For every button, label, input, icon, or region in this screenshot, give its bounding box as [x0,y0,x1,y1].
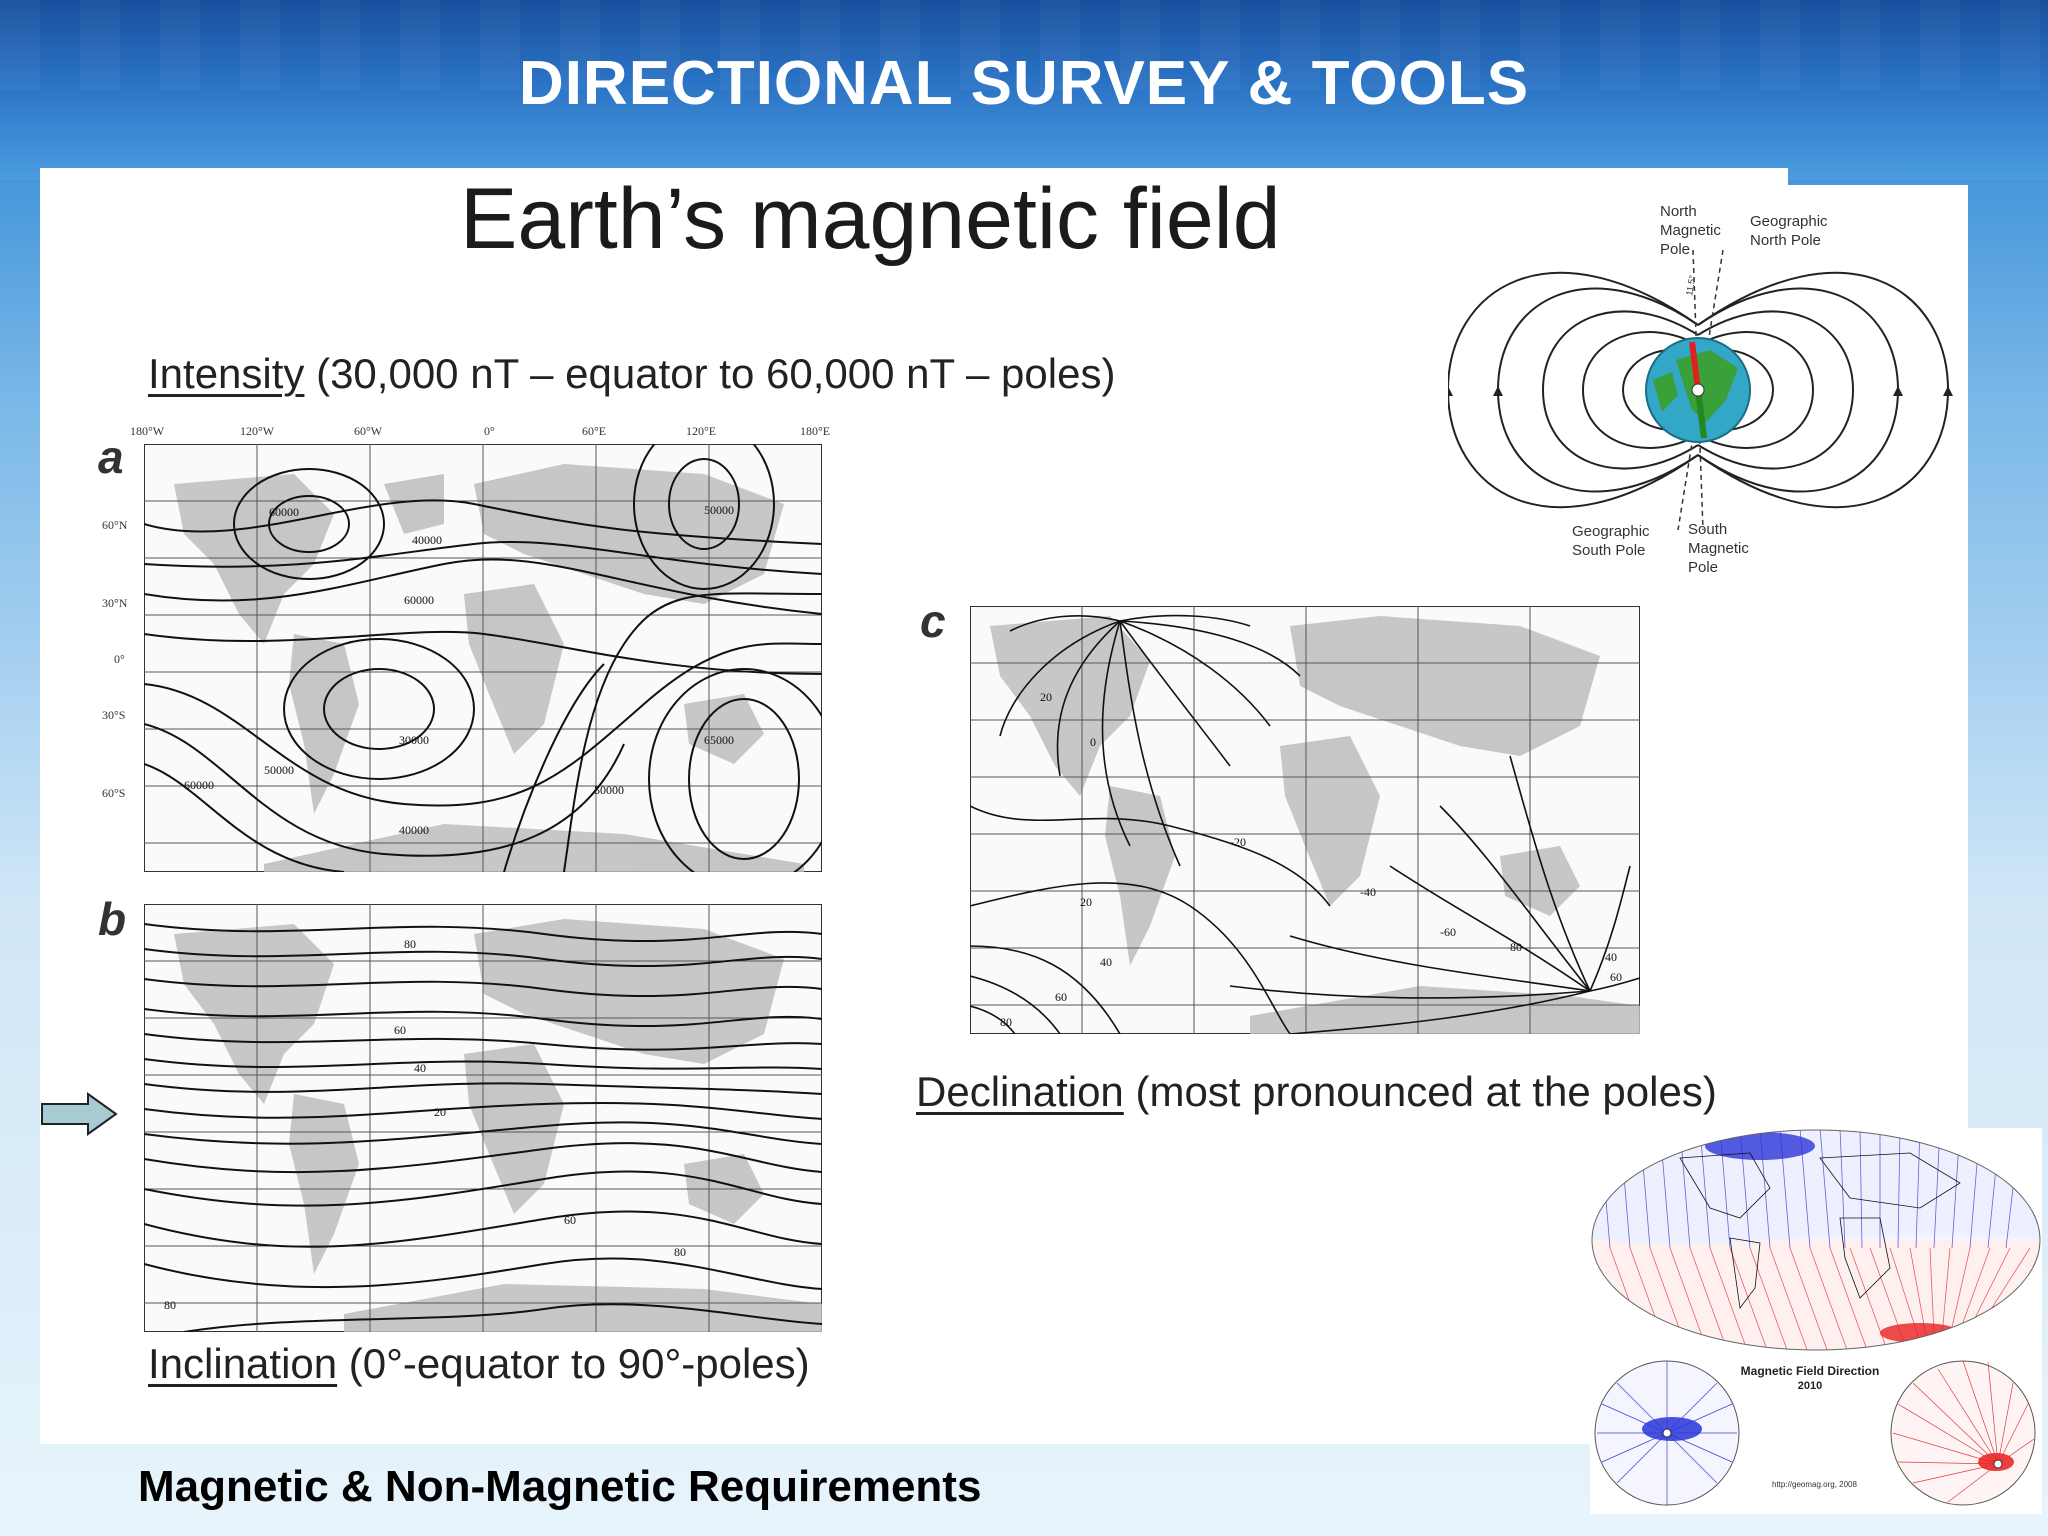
inset-year: 2010 [1797,1380,1823,1392]
label-line: Magnetic [1660,222,1721,239]
contour-label: 40 [414,1061,426,1075]
inclination-contour-map: 80 60 40 20 60 80 80 [144,904,822,1332]
contour-label: 40000 [412,533,442,547]
contour-label: 60000 [184,778,214,792]
contour-label: 0 [1090,735,1096,749]
contour-label: 60 [564,1213,576,1227]
lon-tick: 60°W [354,424,383,438]
inclination-caption: Inclination (0°-equator to 90°-poles) [148,1340,810,1388]
global-field-direction-map [1591,1129,2041,1351]
declination-description: (most pronounced at the poles) [1123,1068,1717,1115]
contour-label: -60 [1440,925,1456,939]
intensity-term: Intensity [148,350,305,397]
inclination-map-panel: b 80 60 40 20 60 80 80 [86,892,856,1342]
lat-tick: 0° [114,652,125,666]
declination-caption: Declination (most pronounced at the pole… [916,1068,1717,1116]
map-a-letter: a [98,431,124,483]
header-title: DIRECTIONAL SURVEY & TOOLS [518,49,1530,118]
label-line: North [1660,203,1697,220]
inclination-term: Inclination [148,1340,338,1387]
lon-tick: 120°E [686,424,717,438]
contour-label: 60 [394,1023,406,1037]
lon-tick: 60°E [582,424,607,438]
lon-tick: 120°W [240,424,275,438]
contour-label: 50000 [704,503,734,517]
slide-title: Earth’s magnetic field [460,171,1281,267]
lat-tick: 30°N [102,596,128,610]
contour-label: 50000 [594,783,624,797]
north-magnetic-pole-label: North Magnetic Pole [1660,202,1721,259]
contour-label: 60000 [269,505,299,519]
contour-label: -40 [1360,885,1376,899]
lon-tick: 180°W [130,424,165,438]
contour-label: 80 [164,1298,176,1312]
map-c-letter: c [920,595,946,647]
contour-label: 80 [404,937,416,951]
contour-label: 20 [1080,895,1092,909]
geographic-north-pole-label: Geographic North Pole [1750,212,1828,250]
declination-term: Declination [916,1068,1124,1115]
label-line: North Pole [1750,232,1821,249]
geographic-south-pole-label: Geographic South Pole [1572,522,1650,560]
intensity-contour-map: 60000 50000 40000 30000 60000 50000 6500… [144,444,822,872]
south-magnetic-pole-label: South Magnetic Pole [1688,520,1749,577]
inset-title: Magnetic Field Direction [1740,1364,1880,1378]
contour-label: -20 [1230,835,1246,849]
lat-tick: 30°S [102,708,126,722]
label-line: Geographic [1572,523,1650,540]
tilt-label: 11.5° [1684,274,1697,296]
lat-tick: 60°N [102,518,128,532]
label-line: South [1688,521,1728,538]
contour-label: 50000 [264,763,294,777]
label-line: Geographic [1750,213,1828,230]
lat-tick: 60°S [102,786,126,800]
declination-map-panel: c 20 0 -20 -40 -60 20 40 60 80 40 60 80 [908,594,1668,1044]
contour-label: 80 [1510,940,1522,954]
contour-label: 60 [1610,970,1622,984]
contour-label: 30000 [399,733,429,747]
south-polar-field-map [1890,1360,2036,1506]
declination-contour-map: 20 0 -20 -40 -60 20 40 60 80 40 60 80 [970,606,1640,1034]
lon-tick: 0° [484,424,495,438]
intensity-map-panel: a 180°W 120°W 60°W 0° 60°E 120°E 180°E 6… [86,400,856,880]
contour-label: 40 [1100,955,1112,969]
contour-label: 60 [1055,990,1067,1004]
inset-source-url: http://geomag.org, 2008 [1772,1480,1857,1489]
inclination-description: (0°-equator to 90°-poles) [337,1340,810,1387]
lon-tick: 180°E [800,424,831,438]
dipole-field-diagram: 11.5° North Magnetic Pole Geographic Nor… [1448,190,1968,590]
map-b-letter: b [98,893,127,945]
right-arrow-icon [41,1092,118,1136]
north-polar-field-map [1594,1360,1740,1506]
contour-label: 20 [1040,690,1052,704]
contour-label: 60000 [404,593,434,607]
intensity-description: (30,000 nT – equator to 60,000 nT – pole… [304,350,1116,397]
contour-label: 80 [1000,1015,1012,1029]
label-line: Pole [1660,241,1691,258]
contour-label: 20 [434,1105,446,1119]
label-line: Pole [1688,559,1719,576]
intensity-caption: Intensity (30,000 nT – equator to 60,000… [148,350,1115,398]
contour-label: 40000 [399,823,429,837]
contour-label: 40 [1605,950,1617,964]
contour-label: 65000 [704,733,734,747]
label-line: Magnetic [1688,540,1749,557]
contour-label: 80 [674,1245,686,1259]
magnetic-field-direction-inset: Magnetic Field Direction 2010 http://geo… [1590,1128,2042,1514]
footer-text: Magnetic & Non-Magnetic Requirements [138,1462,982,1511]
label-line: South Pole [1572,542,1646,559]
